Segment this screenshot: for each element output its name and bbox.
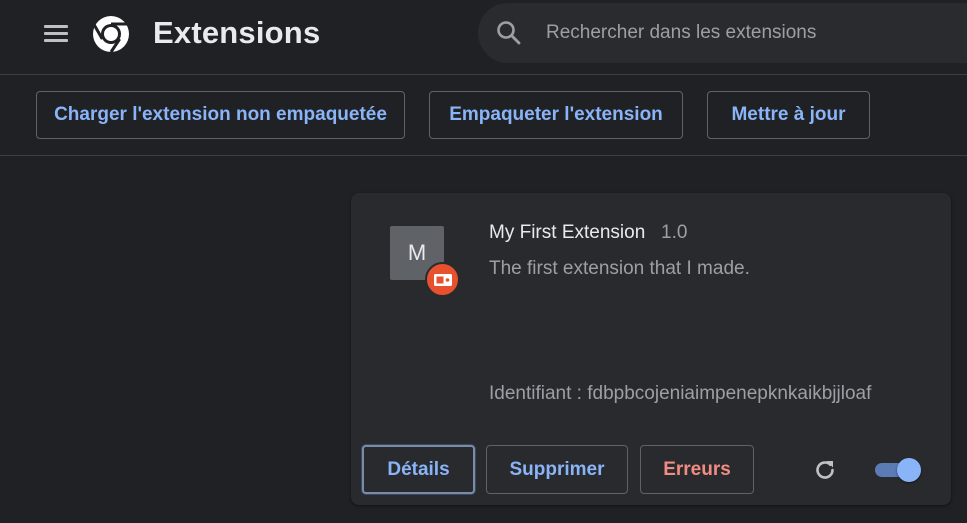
toggle-knob (897, 458, 921, 482)
extension-name: My First Extension (489, 222, 646, 243)
search-input[interactable] (546, 19, 966, 47)
enable-toggle[interactable] (875, 457, 921, 482)
chrome-logo-icon (92, 16, 129, 53)
hamburger-menu-icon[interactable] (38, 18, 74, 50)
top-bar: Extensions (0, 0, 967, 75)
extension-icon-letter: M (407, 240, 427, 265)
reload-icon[interactable] (812, 457, 838, 483)
extension-description: The first extension that I made. (489, 258, 750, 279)
extension-id: Identifiant : fdbpbcojeniaimpenepknkaikb… (489, 383, 872, 404)
extension-card: M My First Extension 1.0 The first exten… (351, 193, 951, 505)
page-title: Extensions (153, 15, 321, 50)
search-box[interactable] (478, 3, 967, 63)
update-button[interactable]: Mettre à jour (707, 91, 870, 139)
extension-version: 1.0 (661, 222, 688, 243)
developer-toolbar: Charger l'extension non empaquetée Empaq… (0, 76, 967, 156)
remove-button[interactable]: Supprimer (486, 445, 628, 494)
details-button[interactable]: Détails (362, 445, 475, 494)
search-icon[interactable] (496, 20, 522, 46)
developer-mode-badge-icon (425, 262, 460, 297)
pack-extension-button[interactable]: Empaqueter l'extension (429, 91, 683, 139)
errors-button[interactable]: Erreurs (640, 445, 754, 494)
load-unpacked-button[interactable]: Charger l'extension non empaquetée (36, 91, 405, 139)
